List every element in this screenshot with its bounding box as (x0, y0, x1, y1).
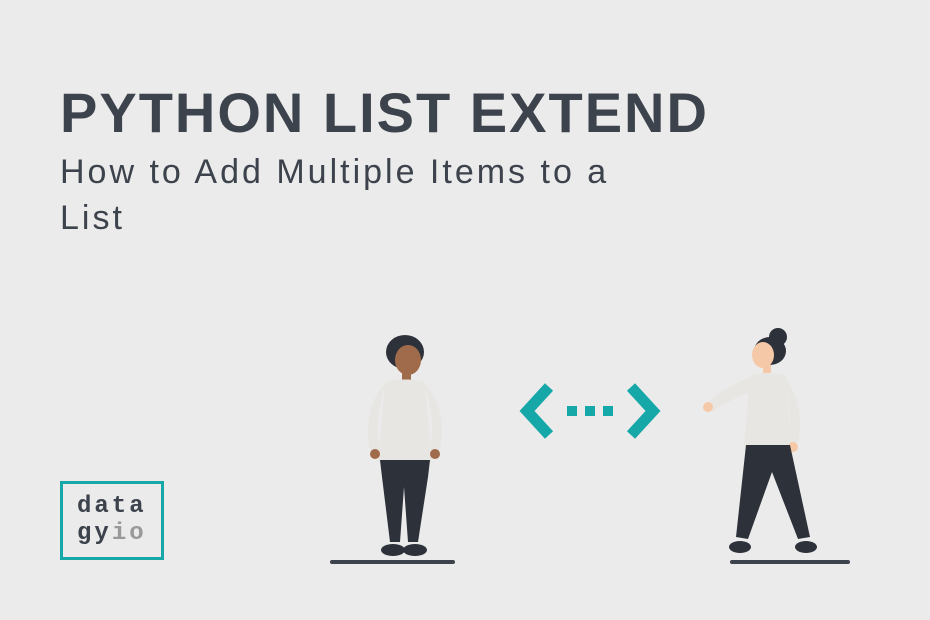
dots-icon (567, 406, 613, 416)
chevron-right-icon (625, 381, 661, 441)
logo-line2: gyio (77, 521, 147, 547)
logo-line1: data (77, 494, 147, 520)
person-right (700, 327, 830, 562)
logo-datagy: data gyio (60, 481, 164, 560)
chevron-left-icon (519, 381, 555, 441)
separator-chevrons (519, 381, 661, 441)
page-title: PYTHON LIST EXTEND (60, 80, 709, 145)
illustration-container (330, 302, 850, 562)
person-left (350, 332, 455, 562)
page-subtitle: How to Add Multiple Items to a List (60, 150, 610, 242)
